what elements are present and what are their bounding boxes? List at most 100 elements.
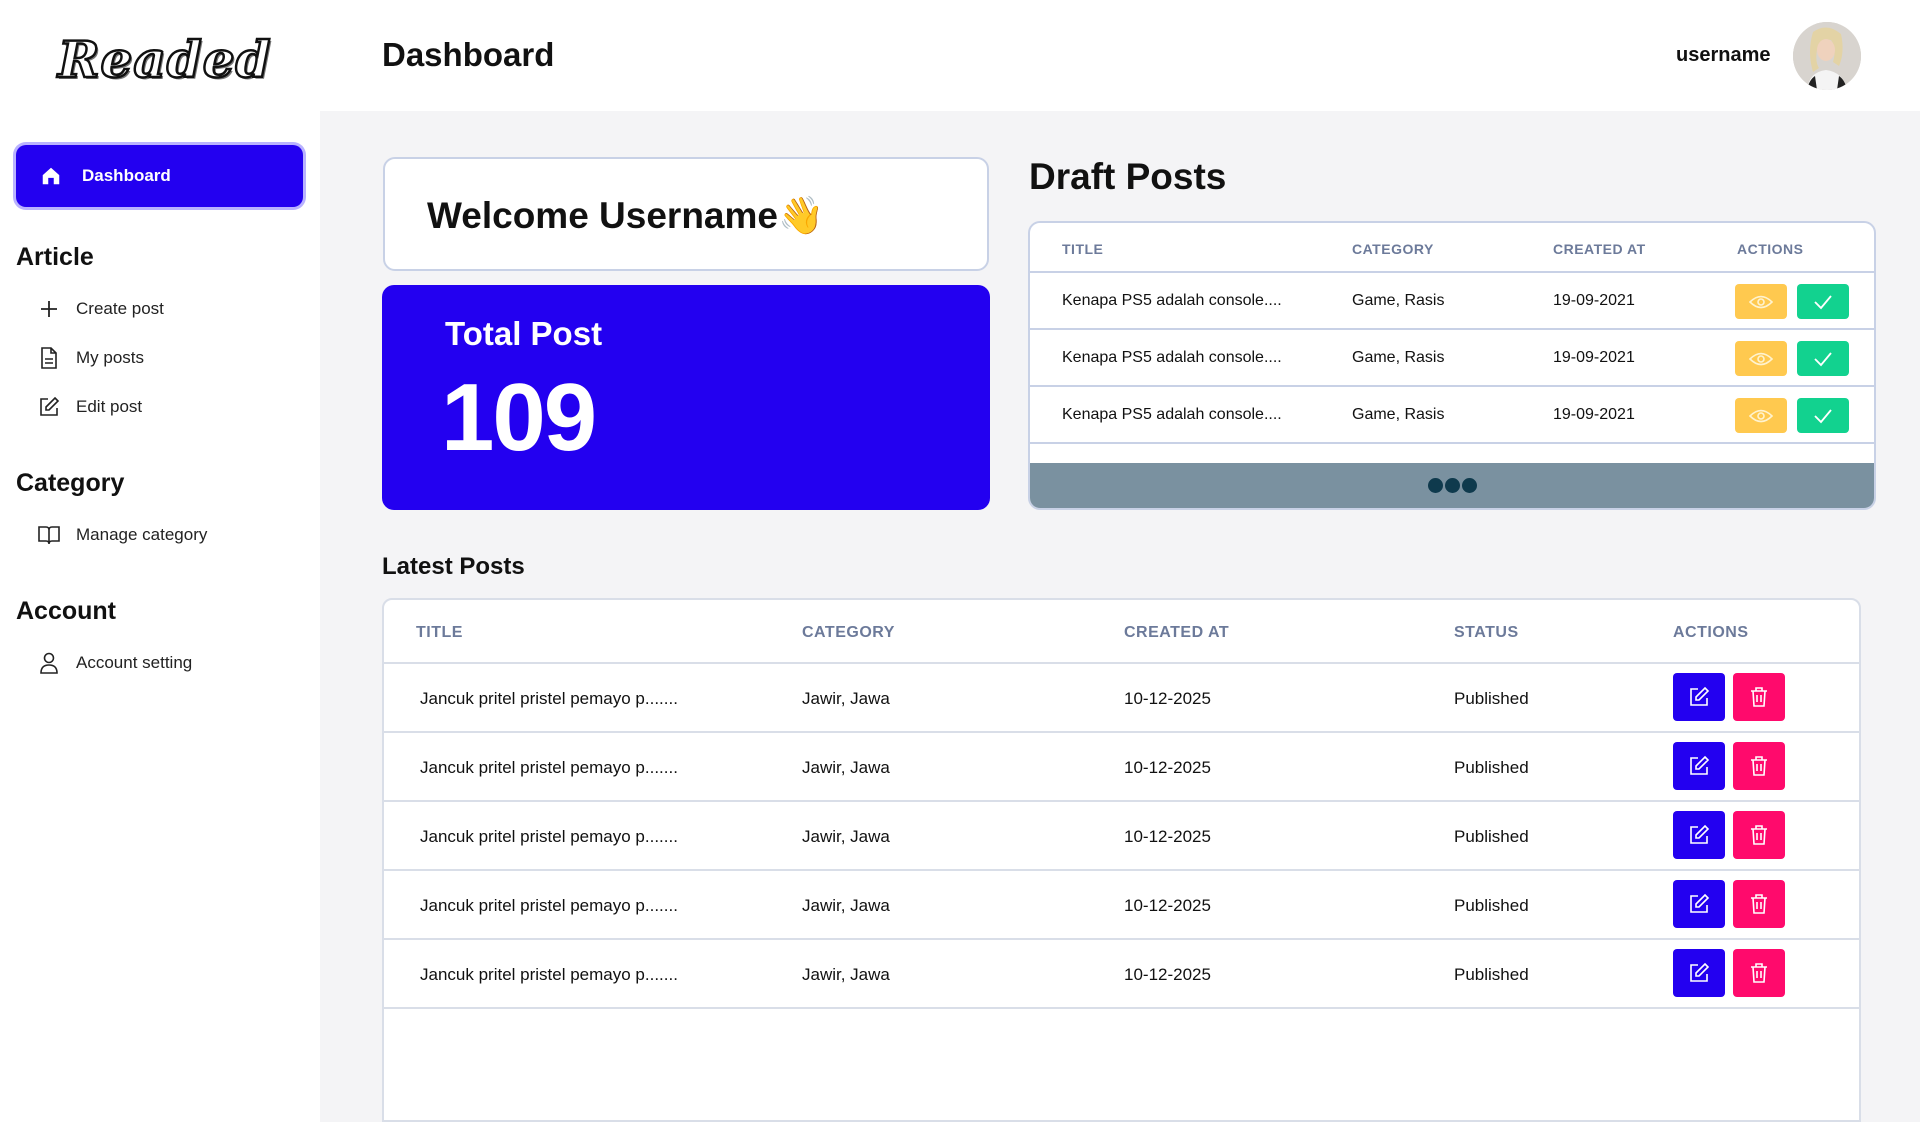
eye-icon bbox=[1749, 295, 1773, 308]
trash-icon bbox=[1751, 825, 1767, 845]
approve-button[interactable] bbox=[1797, 341, 1849, 376]
sidebar: Readed Dashboard Article Create post My … bbox=[0, 0, 320, 1122]
approve-button[interactable] bbox=[1797, 284, 1849, 319]
post-created-at: 19-09-2021 bbox=[1553, 406, 1635, 423]
post-title: Kenapa PS5 adalah console.... bbox=[1062, 349, 1282, 366]
ellipsis-dot-icon bbox=[1427, 478, 1443, 493]
column-header-actions: ACTIONS bbox=[1737, 241, 1804, 257]
post-status: Published bbox=[1454, 965, 1529, 984]
delete-button[interactable] bbox=[1733, 673, 1785, 721]
post-category: Jawir, Jawa bbox=[802, 689, 890, 708]
username-label[interactable]: username bbox=[1676, 44, 1771, 67]
edit-icon bbox=[1690, 755, 1710, 775]
total-post-card: Total Post 109 bbox=[382, 285, 990, 510]
column-header-created-at: CREATED AT bbox=[1553, 241, 1646, 257]
draft-posts-title: Draft Posts bbox=[1029, 156, 1227, 197]
book-icon bbox=[36, 522, 62, 548]
delete-button[interactable] bbox=[1733, 949, 1785, 997]
page-title: Dashboard bbox=[382, 36, 555, 73]
plus-icon bbox=[36, 296, 62, 322]
view-button[interactable] bbox=[1735, 341, 1787, 376]
delete-button[interactable] bbox=[1733, 880, 1785, 928]
logo-text: Readed bbox=[57, 29, 272, 91]
total-post-value: 109 bbox=[441, 364, 597, 471]
table-row: Jancuk pritel pristel pemayo p....... Ja… bbox=[384, 664, 1859, 733]
check-icon bbox=[1814, 408, 1832, 423]
eye-icon bbox=[1749, 352, 1773, 365]
sidebar-item-label: Create post bbox=[76, 299, 164, 318]
home-icon bbox=[40, 163, 66, 189]
view-button[interactable] bbox=[1735, 398, 1787, 433]
table-row: Jancuk pritel pristel pemayo p....... Ja… bbox=[384, 802, 1859, 871]
avatar[interactable] bbox=[1793, 22, 1861, 90]
approve-button[interactable] bbox=[1797, 398, 1849, 433]
delete-button[interactable] bbox=[1733, 742, 1785, 790]
post-created-at: 10-12-2025 bbox=[1124, 689, 1211, 708]
view-button[interactable] bbox=[1735, 284, 1787, 319]
latest-posts-table: TITLE CATEGORY CREATED AT STATUS ACTIONS… bbox=[382, 598, 1861, 1122]
post-category: Game, Rasis bbox=[1352, 292, 1445, 309]
edit-icon bbox=[1690, 824, 1710, 844]
ellipsis-dot-icon bbox=[1461, 478, 1477, 493]
trash-icon bbox=[1751, 756, 1767, 776]
post-status: Published bbox=[1454, 689, 1529, 708]
edit-button[interactable] bbox=[1673, 673, 1725, 721]
edit-icon bbox=[1690, 893, 1710, 913]
post-status: Published bbox=[1454, 827, 1529, 846]
sidebar-item-create-post[interactable]: Create post bbox=[36, 296, 164, 322]
welcome-text: Welcome Username👋 bbox=[427, 195, 824, 238]
ellipsis-dot-icon bbox=[1444, 478, 1460, 493]
sidebar-item-label: Dashboard bbox=[82, 166, 171, 185]
post-category: Game, Rasis bbox=[1352, 406, 1445, 423]
table-row: Kenapa PS5 adalah console.... Game, Rasi… bbox=[1030, 330, 1874, 387]
section-title-category: Category bbox=[16, 469, 125, 497]
welcome-message: Welcome Username bbox=[427, 195, 778, 236]
welcome-card: Welcome Username👋 bbox=[383, 157, 989, 271]
waving-hand-icon: 👋 bbox=[777, 195, 825, 236]
delete-button[interactable] bbox=[1733, 811, 1785, 859]
edit-icon bbox=[36, 394, 62, 420]
edit-button[interactable] bbox=[1673, 880, 1725, 928]
column-header-title: TITLE bbox=[416, 624, 463, 641]
table-row: Jancuk pritel pristel pemayo p....... Ja… bbox=[384, 733, 1859, 802]
post-title: Jancuk pritel pristel pemayo p....... bbox=[420, 689, 678, 708]
sidebar-item-my-posts[interactable]: My posts bbox=[36, 345, 144, 371]
post-category: Jawir, Jawa bbox=[802, 758, 890, 777]
post-title: Jancuk pritel pristel pemayo p....... bbox=[420, 827, 678, 846]
sidebar-item-label: Account setting bbox=[76, 653, 193, 672]
column-header-title: TITLE bbox=[1062, 241, 1104, 257]
edit-icon bbox=[1690, 962, 1710, 982]
section-title-account: Account bbox=[16, 597, 116, 625]
sidebar-item-label: Edit post bbox=[76, 397, 143, 416]
table-row: Kenapa PS5 adalah console.... Game, Rasi… bbox=[1030, 273, 1874, 330]
post-title: Jancuk pritel pristel pemayo p....... bbox=[420, 758, 678, 777]
edit-button[interactable] bbox=[1673, 742, 1725, 790]
draft-posts-table: TITLE CATEGORY CREATED AT ACTIONS Kenapa… bbox=[1028, 221, 1876, 510]
post-title: Jancuk pritel pristel pemayo p....... bbox=[420, 896, 678, 915]
post-category: Jawir, Jawa bbox=[802, 896, 890, 915]
edit-button[interactable] bbox=[1673, 811, 1725, 859]
column-header-status: STATUS bbox=[1454, 624, 1519, 641]
post-status: Published bbox=[1454, 758, 1529, 777]
app-logo[interactable]: Readed bbox=[57, 29, 272, 91]
table-header: TITLE CATEGORY CREATED AT STATUS ACTIONS bbox=[384, 600, 1859, 664]
check-icon bbox=[1814, 294, 1832, 309]
user-icon bbox=[36, 650, 62, 676]
edit-button[interactable] bbox=[1673, 949, 1725, 997]
section-title-article: Article bbox=[16, 243, 94, 271]
column-header-created-at: CREATED AT bbox=[1124, 624, 1230, 641]
more-drafts-button[interactable] bbox=[1030, 463, 1874, 508]
post-created-at: 10-12-2025 bbox=[1124, 758, 1211, 777]
edit-icon bbox=[1690, 686, 1710, 706]
total-post-label: Total Post bbox=[445, 315, 603, 352]
sidebar-item-dashboard[interactable]: Dashboard bbox=[16, 145, 303, 207]
trash-icon bbox=[1751, 963, 1767, 983]
table-row: Jancuk pritel pristel pemayo p....... Ja… bbox=[384, 940, 1859, 1009]
column-header-actions: ACTIONS bbox=[1673, 624, 1749, 641]
sidebar-item-edit-post[interactable]: Edit post bbox=[36, 394, 142, 420]
trash-icon bbox=[1751, 894, 1767, 914]
sidebar-item-account-setting[interactable]: Account setting bbox=[36, 650, 192, 676]
sidebar-item-manage-category[interactable]: Manage category bbox=[36, 522, 207, 548]
post-created-at: 10-12-2025 bbox=[1124, 965, 1211, 984]
check-icon bbox=[1814, 351, 1832, 366]
